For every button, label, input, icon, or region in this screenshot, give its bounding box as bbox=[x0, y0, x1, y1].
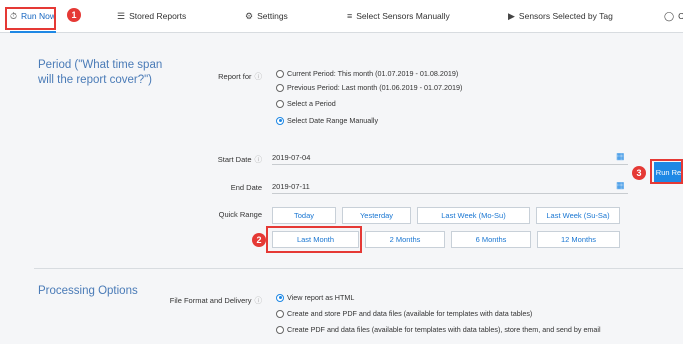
radio-label: Select Date Range Manually bbox=[287, 116, 379, 125]
section-divider bbox=[34, 268, 683, 269]
highlight-run-report bbox=[650, 159, 683, 184]
radio-label: Create PDF and data files (available for… bbox=[287, 325, 601, 334]
highlight-run-now bbox=[5, 7, 56, 30]
end-date-value: 2019-07-11 bbox=[272, 181, 310, 191]
tab-select-sensors-manually[interactable]: ≡ Select Sensors Manually bbox=[347, 0, 450, 32]
file-format-label: File Format and Delivery ⓘ bbox=[160, 295, 262, 306]
start-date-text: Start Date bbox=[217, 155, 252, 164]
calendar-icon[interactable]: ▦ bbox=[616, 151, 625, 162]
radio-previous-period[interactable]: Previous Period: Last month (01.06.2019 … bbox=[276, 83, 462, 92]
quick-range-label: Quick Range bbox=[218, 210, 262, 219]
annotation-badge-2: 2 bbox=[252, 233, 266, 247]
file-format-text: File Format and Delivery bbox=[169, 296, 252, 305]
annotation-badge-1: 1 bbox=[67, 8, 81, 22]
comment-icon: ◯ bbox=[664, 10, 675, 21]
tab-label: Co bbox=[678, 11, 683, 21]
tab-sensors-selected-by-tag[interactable]: ▶ Sensors Selected by Tag bbox=[508, 0, 613, 32]
tab-settings[interactable]: ⚙ Settings bbox=[245, 0, 288, 32]
report-panel: Period ("What time span will the report … bbox=[0, 33, 683, 344]
end-date-label: End Date bbox=[190, 183, 262, 192]
quick-range-today-button[interactable]: Today bbox=[272, 207, 336, 224]
end-date-text: End Date bbox=[230, 183, 262, 192]
tab-label: Select Sensors Manually bbox=[356, 11, 450, 21]
radio-label: Select a Period bbox=[287, 99, 336, 108]
report-for-label: Report for ⓘ bbox=[190, 71, 262, 82]
quick-range-last-week-mo-su-button[interactable]: Last Week (Mo-Su) bbox=[417, 207, 530, 224]
radio-label: Current Period: This month (01.07.2019 -… bbox=[287, 69, 459, 78]
radio-create-store-pdf[interactable]: Create and store PDF and data files (ava… bbox=[276, 309, 532, 318]
quick-range-last-week-su-sa-button[interactable]: Last Week (Su-Sa) bbox=[536, 207, 620, 224]
radio-button-selected[interactable] bbox=[276, 116, 284, 125]
tab-stored-reports[interactable]: ☰ Stored Reports bbox=[117, 0, 186, 32]
highlight-last-month bbox=[266, 226, 362, 253]
help-icon: ⓘ bbox=[254, 155, 263, 164]
radio-button[interactable] bbox=[276, 69, 284, 78]
quick-range-yesterday-button[interactable]: Yesterday bbox=[342, 207, 411, 224]
tab-label: Stored Reports bbox=[129, 11, 187, 21]
tab-label: Sensors Selected by Tag bbox=[518, 11, 613, 21]
tab-comments[interactable]: ◯ Co bbox=[664, 0, 683, 32]
radio-button-selected[interactable] bbox=[276, 293, 284, 302]
end-date-field[interactable]: 2019-07-11 bbox=[272, 179, 628, 194]
radio-label: Create and store PDF and data files (ava… bbox=[287, 309, 533, 318]
processing-section-title: Processing Options bbox=[38, 285, 138, 297]
calendar-icon[interactable]: ▦ bbox=[616, 180, 625, 191]
radio-label: Previous Period: Last month (01.06.2019 … bbox=[287, 83, 463, 92]
radio-button[interactable] bbox=[276, 309, 284, 318]
quick-range-2-months-button[interactable]: 2 Months bbox=[365, 231, 445, 248]
radio-create-pdf-email[interactable]: Create PDF and data files (available for… bbox=[276, 325, 601, 334]
radio-date-range-manually[interactable]: Select Date Range Manually bbox=[276, 116, 378, 125]
tab-bar: ⏱ Run Now ☰ Stored Reports ⚙ Settings ≡ … bbox=[0, 0, 683, 33]
radio-label: View report as HTML bbox=[287, 293, 355, 302]
sliders-icon: ≡ bbox=[347, 11, 353, 21]
quick-range-12-months-button[interactable]: 12 Months bbox=[537, 231, 620, 248]
start-date-field[interactable]: 2019-07-04 bbox=[272, 150, 628, 165]
start-date-value: 2019-07-04 bbox=[272, 152, 311, 162]
report-for-text: Report for bbox=[218, 72, 252, 81]
tag-icon: ▶ bbox=[508, 10, 515, 21]
radio-select-period[interactable]: Select a Period bbox=[276, 99, 336, 108]
help-icon: ⓘ bbox=[254, 296, 263, 305]
quick-range-6-months-button[interactable]: 6 Months bbox=[451, 231, 531, 248]
gear-icon: ⚙ bbox=[245, 10, 254, 21]
database-icon: ☰ bbox=[117, 10, 126, 21]
start-date-label: Start Date ⓘ bbox=[190, 154, 262, 165]
annotation-badge-3: 3 bbox=[632, 166, 646, 180]
radio-button[interactable] bbox=[276, 83, 284, 92]
radio-current-period[interactable]: Current Period: This month (01.07.2019 -… bbox=[276, 69, 458, 78]
radio-view-html[interactable]: View report as HTML bbox=[276, 293, 354, 302]
radio-button[interactable] bbox=[276, 325, 284, 334]
radio-button[interactable] bbox=[276, 99, 284, 108]
help-icon: ⓘ bbox=[254, 72, 263, 81]
period-section-title: Period ("What time span will the report … bbox=[38, 59, 163, 86]
tab-label: Settings bbox=[257, 11, 288, 21]
